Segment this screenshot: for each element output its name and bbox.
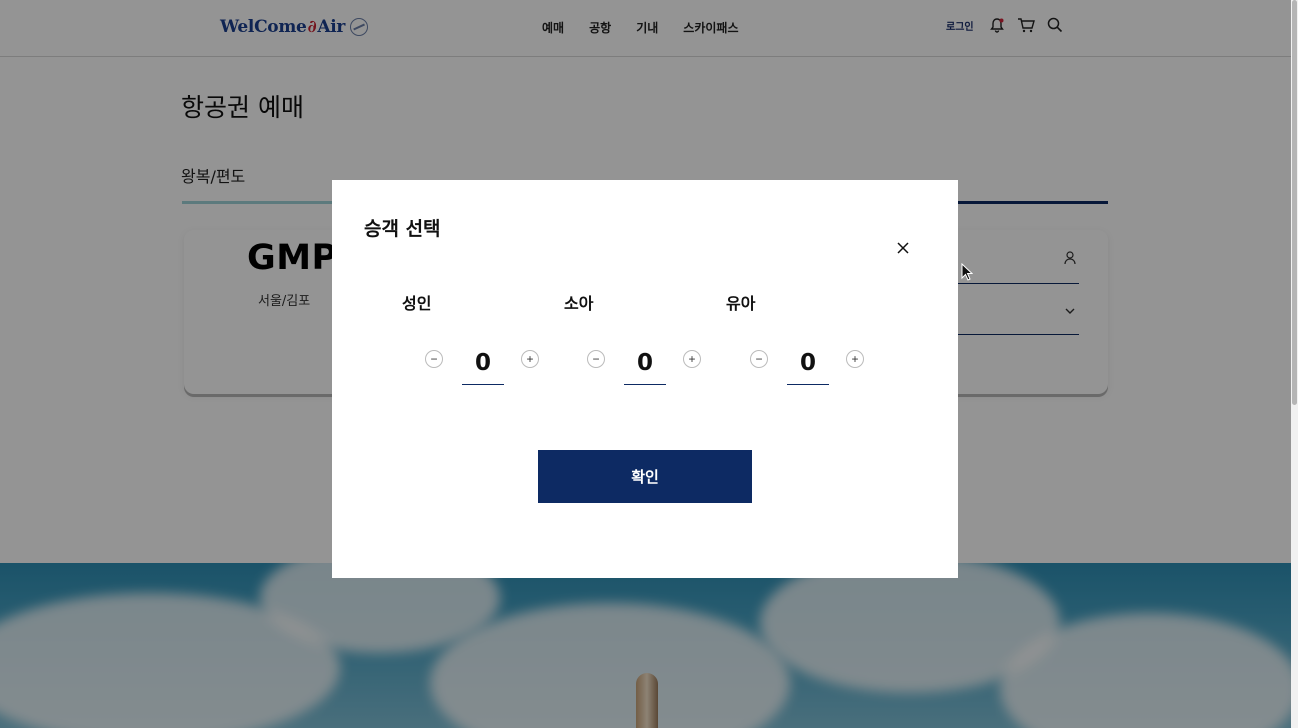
adult-minus-button[interactable]: − — [425, 350, 443, 368]
mouse-cursor-icon — [961, 262, 974, 285]
child-minus-button[interactable]: − — [587, 350, 605, 368]
page-scrollbar[interactable] — [1291, 0, 1298, 728]
close-icon[interactable] — [892, 237, 914, 259]
child-count-field[interactable] — [624, 342, 666, 385]
infant-plus-button[interactable]: + — [846, 350, 864, 368]
adult-plus-button[interactable]: + — [521, 350, 539, 368]
child-stepper: − + — [587, 342, 707, 386]
adult-label: 성인 — [402, 294, 432, 313]
confirm-button[interactable]: 확인 — [538, 450, 752, 503]
scrollbar-thumb[interactable] — [1292, 0, 1297, 405]
infant-label: 유아 — [726, 294, 756, 313]
child-plus-button[interactable]: + — [683, 350, 701, 368]
infant-stepper: − + — [750, 342, 870, 386]
modal-title: 승객 선택 — [364, 218, 441, 240]
adult-count-field[interactable] — [462, 342, 504, 385]
infant-count-field[interactable] — [787, 342, 829, 385]
adult-stepper: − + — [425, 342, 545, 386]
child-label: 소아 — [564, 294, 594, 313]
passenger-select-modal: 승객 선택 성인 − + 소아 − + 유아 − + 확인 — [332, 180, 958, 578]
infant-minus-button[interactable]: − — [750, 350, 768, 368]
